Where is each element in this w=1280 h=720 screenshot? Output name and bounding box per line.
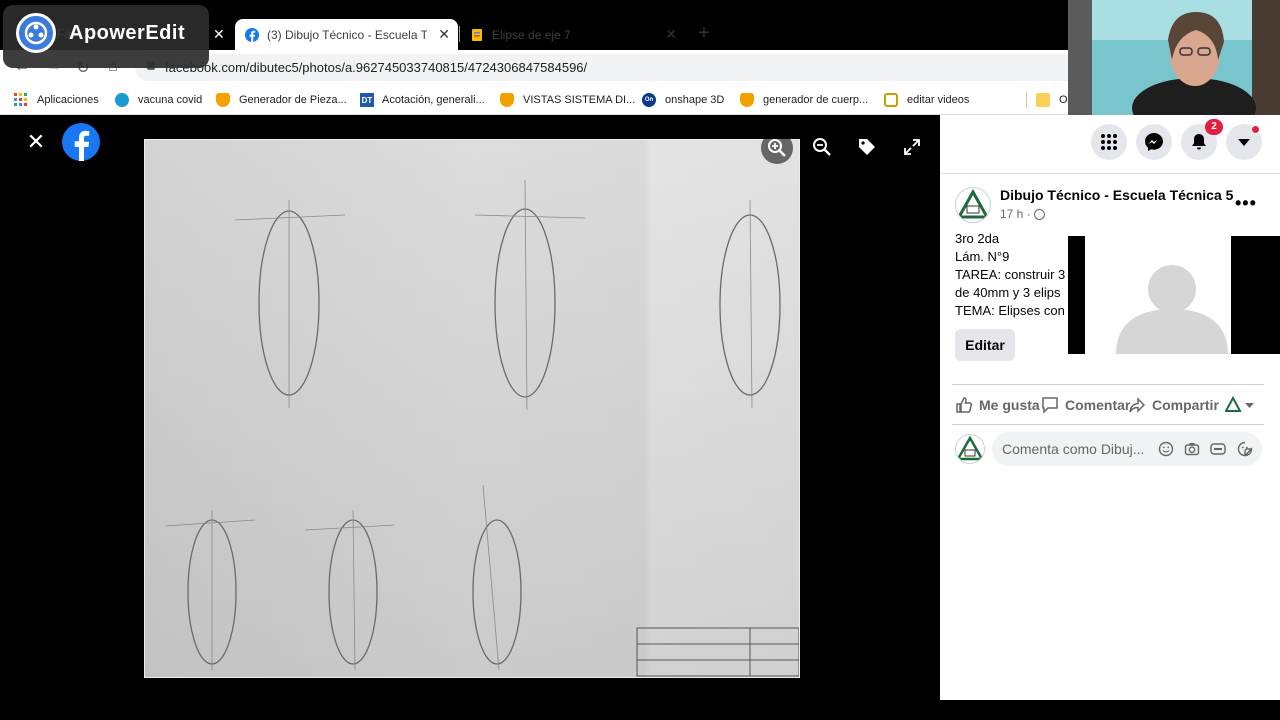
bookmark-onshape[interactable]: On onshape 3D <box>642 90 724 110</box>
facebook-logo-icon[interactable] <box>62 123 100 161</box>
menu-grid-icon <box>1101 134 1117 150</box>
comment-placeholder: Comenta como Dibuj... <box>1002 441 1145 457</box>
post-time-text: 17 h · <box>1000 207 1031 221</box>
comment-input[interactable]: Comenta como Dibuj... <box>992 432 1262 466</box>
zoom-out-icon[interactable] <box>807 132 837 162</box>
bookmark-folder[interactable]: O <box>1036 90 1068 110</box>
drawing-photo <box>144 139 800 678</box>
caret-down-icon <box>1238 139 1250 146</box>
like-label: Me gusta <box>979 397 1040 413</box>
account-alert-dot <box>1251 125 1260 134</box>
share-button[interactable]: Compartir <box>1128 395 1219 415</box>
camera-icon[interactable] <box>1184 441 1200 457</box>
globe-bookmark-icon <box>115 93 129 107</box>
tab-close-icon[interactable]: ✕ <box>213 26 225 43</box>
tab-close-icon[interactable]: ✕ <box>438 26 450 43</box>
divider <box>952 424 1264 425</box>
commenter-avatar[interactable] <box>955 434 985 464</box>
post-as-selector[interactable] <box>1224 395 1257 414</box>
bookmark-divider <box>1026 92 1027 108</box>
fullscreen-icon[interactable] <box>897 132 927 162</box>
comment-label: Comentar <box>1065 397 1131 413</box>
divider <box>940 173 1280 174</box>
user-silhouette-icon <box>1116 265 1228 354</box>
shield-bookmark-icon <box>216 93 230 107</box>
bookmark-label: generador de cuerp... <box>763 94 869 106</box>
tab-close-icon[interactable]: ✕ <box>665 26 677 43</box>
bookmark-label: editar videos <box>907 94 970 106</box>
menu-button[interactable] <box>1091 124 1127 160</box>
sticker-icon[interactable] <box>1237 441 1253 457</box>
participant-video-tile <box>1068 236 1280 354</box>
camera-bookmark-icon <box>884 93 898 107</box>
bookmark-acotacion[interactable]: DT Acotación, generali... <box>360 90 485 110</box>
share-label: Compartir <box>1152 397 1219 413</box>
bookmark-label: O <box>1059 94 1068 106</box>
page-avatar[interactable] <box>955 187 991 223</box>
black-strip <box>940 700 1280 720</box>
emoji-icon[interactable] <box>1158 441 1174 457</box>
shield-bookmark-icon <box>740 93 754 107</box>
post-timestamp[interactable]: 17 h · <box>1000 207 1045 221</box>
new-tab-button[interactable]: + <box>692 22 716 45</box>
notification-count-badge: 2 <box>1205 119 1223 135</box>
tab-title: (3) Dibujo Técnico - Escuela Técnica 5 <box>267 27 427 42</box>
url-text: facebook.com/dibutec5/photos/a.962745033… <box>165 60 588 75</box>
apoweredit-overlay: ApowerEdit <box>3 5 209 68</box>
tab-divider <box>459 26 460 42</box>
bell-icon <box>1192 134 1206 150</box>
divider <box>952 384 1264 385</box>
bookmark-label: Acotación, generali... <box>382 94 485 106</box>
dt-bookmark-icon: DT <box>360 93 374 107</box>
folder-icon <box>1036 93 1050 107</box>
edit-button[interactable]: Editar <box>955 329 1015 361</box>
tag-icon[interactable] <box>852 132 882 162</box>
apps-grid-icon <box>14 93 28 107</box>
tab-title: Elipse de eje 7 <box>492 27 571 42</box>
bookmark-generador-piezas[interactable]: Generador de Pieza... <box>216 90 347 110</box>
gif-icon[interactable] <box>1210 441 1226 457</box>
participant-tile-background <box>1085 236 1231 354</box>
zoom-in-icon[interactable] <box>761 132 793 164</box>
bookmark-label: VISTAS SISTEMA DI... <box>523 94 636 106</box>
globe-icon <box>1033 208 1045 220</box>
bookmark-vistas[interactable]: VISTAS SISTEMA DI... <box>500 90 635 110</box>
tab-elipse[interactable]: Elipse de eje 7 ✕ <box>460 19 685 50</box>
bookmark-label: onshape 3D <box>665 94 725 106</box>
bookmarks-bar: Aplicaciones vacuna covid Generador de P… <box>0 85 1070 115</box>
comment-button[interactable]: Comentar <box>1041 395 1130 415</box>
post-line: de 40mm y 3 elips <box>955 285 1061 300</box>
messenger-button[interactable] <box>1136 124 1172 160</box>
webcam-feed <box>1068 0 1280 118</box>
share-icon <box>1129 397 1146 413</box>
apoweredit-name: ApowerEdit <box>69 22 186 44</box>
close-icon[interactable]: ✕ <box>21 127 51 157</box>
post-line: TEMA: Elipses con <box>955 303 1065 318</box>
bookmark-editar-videos[interactable]: editar videos <box>884 90 969 110</box>
bookmark-generador-cuerpos[interactable]: generador de cuerp... <box>740 90 868 110</box>
bookmark-label: vacuna covid <box>138 94 203 106</box>
post-options-icon[interactable]: ••• <box>1235 193 1257 214</box>
comment-icon <box>1042 397 1058 414</box>
bookmark-apps[interactable]: Aplicaciones <box>14 90 99 110</box>
post-line: Lám. N°9 <box>955 249 1010 264</box>
bookmark-label: Aplicaciones <box>37 94 99 106</box>
messenger-icon <box>1145 133 1163 151</box>
post-line: TAREA: construir 3 <box>955 267 1066 282</box>
post-line: 3ro 2da <box>955 231 1000 246</box>
facebook-favicon-icon <box>245 27 259 42</box>
bookmark-vacuna[interactable]: vacuna covid <box>115 90 202 110</box>
onshape-bookmark-icon: On <box>642 93 656 107</box>
doc-favicon-icon <box>470 28 484 42</box>
like-button[interactable]: Me gusta <box>955 395 1040 415</box>
shield-bookmark-icon <box>500 93 514 107</box>
bookmark-label: Generador de Pieza... <box>239 94 347 106</box>
post-body: 3ro 2da Lám. N°9 TAREA: construir 3 de 4… <box>955 230 1075 320</box>
apoweredit-logo-icon <box>16 13 56 53</box>
page-name[interactable]: Dibujo Técnico - Escuela Técnica 5 <box>1000 187 1233 203</box>
thumbs-up-icon <box>956 397 973 413</box>
address-bar[interactable]: facebook.com/dibutec5/photos/a.962745033… <box>135 54 1070 81</box>
tab-facebook[interactable]: (3) Dibujo Técnico - Escuela Técnica 5 ✕ <box>235 19 458 50</box>
